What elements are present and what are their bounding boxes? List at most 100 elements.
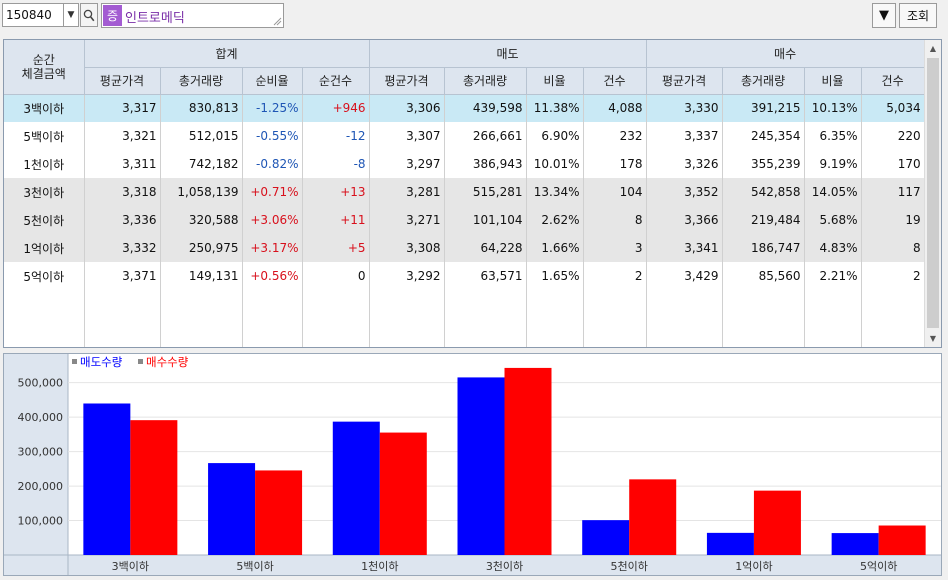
- table-row[interactable]: 5백이하 3,321 512,015 -0.55% -12 3,307 266,661 6.9…: [4, 122, 925, 150]
- empty-cell: [583, 290, 647, 318]
- sell-volume-bar: [582, 520, 630, 555]
- cell-buy-avg: 3,337: [646, 122, 723, 150]
- col-header-sell-ratio[interactable]: 비율: [526, 67, 584, 95]
- table-row[interactable]: 3백이하 3,317 830,813 -1.25% +946 3,306 439,598 11…: [4, 94, 925, 122]
- code-dropdown-button[interactable]: ▼: [64, 3, 79, 27]
- sell-volume-bar: [83, 403, 131, 555]
- col-header-sell-count[interactable]: 건수: [583, 67, 647, 95]
- cell-net-ratio: +3.06%: [242, 206, 303, 234]
- cell-sum-avg: 3,318: [84, 178, 161, 206]
- scroll-down-icon[interactable]: ▼: [925, 330, 941, 347]
- empty-cell: [583, 346, 647, 347]
- col-header-net-ratio[interactable]: 순비율: [242, 67, 303, 95]
- col-header-net-count[interactable]: 순건수: [302, 67, 370, 95]
- cell-net-count: -12: [302, 122, 370, 150]
- cell-net-count: +13: [302, 178, 370, 206]
- cell-sell-vol: 101,104: [444, 206, 527, 234]
- empty-cell: [84, 346, 161, 347]
- col-header-sell-vol[interactable]: 총거래량: [444, 67, 527, 95]
- search-button[interactable]: [80, 3, 98, 27]
- col-header-sum-avg[interactable]: 평균가격: [84, 67, 161, 95]
- group-header-sell: 매도: [369, 40, 647, 68]
- row-category: 5백이하: [4, 122, 85, 150]
- table-row[interactable]: 5천이하 3,336 320,588 +3.06% +11 3,271 101,104 2.6…: [4, 206, 925, 234]
- scroll-up-icon[interactable]: ▲: [925, 40, 941, 57]
- empty-cell: [4, 318, 85, 346]
- empty-cell: [861, 290, 925, 318]
- stock-code-input[interactable]: 150840: [2, 3, 64, 27]
- cell-buy-count: 117: [861, 178, 925, 206]
- stock-name: 인트로메딕: [125, 11, 185, 26]
- corner-header: 순간 체결금액: [4, 40, 85, 95]
- cell-sell-vol: 515,281: [444, 178, 527, 206]
- group-header-sum: 합계: [84, 40, 370, 68]
- col-header-buy-avg[interactable]: 평균가격: [646, 67, 723, 95]
- row-category: 1천이하: [4, 150, 85, 178]
- cell-sum-vol: 320,588: [160, 206, 243, 234]
- table-row[interactable]: 1억이하 3,332 250,975 +3.17% +5 3,308 64,228 1.66%…: [4, 234, 925, 262]
- cell-buy-avg: 3,330: [646, 94, 723, 122]
- cell-sum-avg: 3,321: [84, 122, 161, 150]
- empty-cell: [646, 318, 723, 346]
- row-category: 3천이하: [4, 178, 85, 206]
- cell-buy-avg: 3,341: [646, 234, 723, 262]
- cell-sell-avg: 3,271: [369, 206, 445, 234]
- cell-sum-avg: 3,317: [84, 94, 161, 122]
- cell-buy-count: 5,034: [861, 94, 925, 122]
- table-row[interactable]: 3천이하 3,318 1,058,139 +0.71% +13 3,281 515,281 1…: [4, 178, 925, 206]
- empty-cell: [804, 346, 862, 347]
- volume-bar-chart: 100,000 200,000 300,000 400,000 500,000 3백이하 5…: [4, 354, 941, 575]
- col-header-sum-vol[interactable]: 총거래량: [160, 67, 243, 95]
- buy-volume-bar: [379, 432, 427, 555]
- buy-volume-bar: [255, 470, 303, 555]
- options-dropdown-button[interactable]: ▼: [872, 3, 896, 28]
- cell-sell-ratio: 10.01%: [526, 150, 584, 178]
- grid-table: 순간 체결금액 합계 매도 매수 평균가격 총거래량 순비율 순건수 평균가격 …: [4, 40, 925, 347]
- cell-net-ratio: -0.82%: [242, 150, 303, 178]
- empty-cell: [526, 346, 584, 347]
- cell-sell-vol: 63,571: [444, 262, 527, 290]
- table-row[interactable]: 1천이하 3,311 742,182 -0.82% -8 3,297 386,943 10.0…: [4, 150, 925, 178]
- empty-cell: [444, 290, 527, 318]
- cell-buy-ratio: 9.19%: [804, 150, 862, 178]
- col-header-buy-ratio[interactable]: 비율: [804, 67, 862, 95]
- cell-buy-avg: 3,429: [646, 262, 723, 290]
- cell-sell-ratio: 1.66%: [526, 234, 584, 262]
- col-header-buy-count[interactable]: 건수: [861, 67, 925, 95]
- col-header-sell-avg[interactable]: 평균가격: [369, 67, 445, 95]
- cell-sell-count: 8: [583, 206, 647, 234]
- volume-chart-panel: 100,000 200,000 300,000 400,000 500,000 3백이하 5…: [3, 353, 942, 576]
- cell-net-ratio: -1.25%: [242, 94, 303, 122]
- cell-sum-avg: 3,336: [84, 206, 161, 234]
- corner-label-line2: 체결금액: [21, 66, 66, 81]
- cell-sell-ratio: 13.34%: [526, 178, 584, 206]
- cell-buy-ratio: 10.13%: [804, 94, 862, 122]
- cell-sell-ratio: 1.65%: [526, 262, 584, 290]
- col-header-buy-vol[interactable]: 총거래량: [722, 67, 805, 95]
- cell-net-count: +946: [302, 94, 370, 122]
- sell-volume-bar: [332, 421, 380, 555]
- table-row[interactable]: 5억이하 3,371 149,131 +0.56% 0 3,292 63,571 1.65% 2…: [4, 262, 925, 290]
- cell-sell-ratio: 6.90%: [526, 122, 584, 150]
- market-badge: 증: [103, 5, 122, 26]
- stock-name-box[interactable]: 증 인트로메딕: [101, 3, 284, 28]
- toolbar: 150840 ▼ 증 인트로메딕 ▼ 조회: [0, 0, 948, 33]
- cell-buy-ratio: 4.83%: [804, 234, 862, 262]
- cell-sell-count: 4,088: [583, 94, 647, 122]
- scroll-thumb[interactable]: [927, 58, 939, 328]
- sell-volume-bar: [706, 532, 754, 555]
- legend-buy-label: 매수수량: [146, 355, 189, 369]
- cell-sum-avg: 3,371: [84, 262, 161, 290]
- query-button[interactable]: 조회: [899, 3, 937, 28]
- legend-buy-marker-icon: [138, 359, 143, 364]
- empty-cell: [722, 318, 805, 346]
- cell-net-ratio: -0.55%: [242, 122, 303, 150]
- empty-cell: [242, 318, 303, 346]
- vertical-scrollbar[interactable]: ▲ ▼: [924, 40, 941, 347]
- cell-buy-vol: 542,858: [722, 178, 805, 206]
- empty-cell: [444, 346, 527, 347]
- cell-net-count: +5: [302, 234, 370, 262]
- cell-sell-avg: 3,308: [369, 234, 445, 262]
- empty-row: [4, 290, 925, 318]
- x-tick-label: 3천이하: [486, 559, 523, 573]
